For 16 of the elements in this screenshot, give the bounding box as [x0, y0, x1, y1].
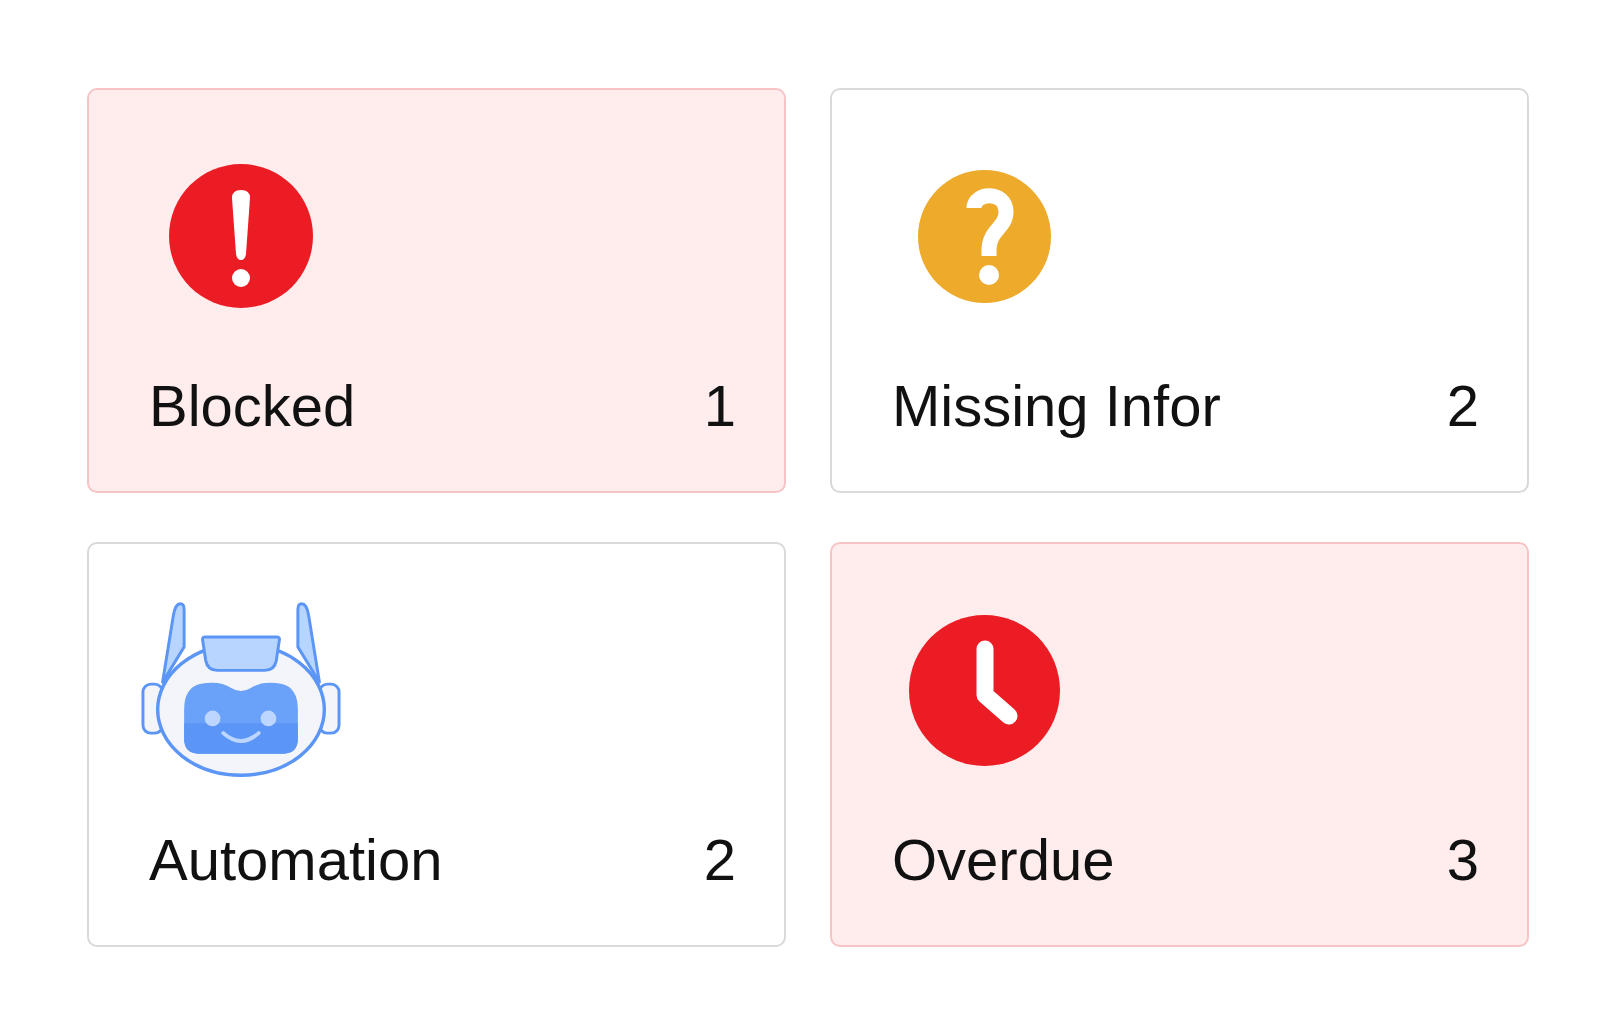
status-card[interactable]: Missing Infor 2 — [830, 88, 1529, 493]
clock-icon — [908, 614, 1060, 766]
card-label: Automation — [149, 826, 443, 894]
question-icon — [917, 169, 1051, 303]
card-count: 3 — [1446, 826, 1479, 894]
status-card[interactable]: Automation 2 — [87, 542, 786, 947]
robot-icon — [141, 600, 341, 780]
status-card[interactable]: Overdue 3 — [830, 542, 1529, 947]
exclamation-icon — [169, 164, 313, 308]
card-label: Overdue — [892, 826, 1115, 894]
card-label: Blocked — [149, 372, 356, 440]
card-count: 2 — [1446, 372, 1479, 440]
card-label: Missing Infor — [892, 372, 1221, 440]
card-count: 2 — [703, 826, 736, 894]
card-count: 1 — [703, 372, 736, 440]
status-card[interactable]: Blocked 1 — [87, 88, 786, 493]
